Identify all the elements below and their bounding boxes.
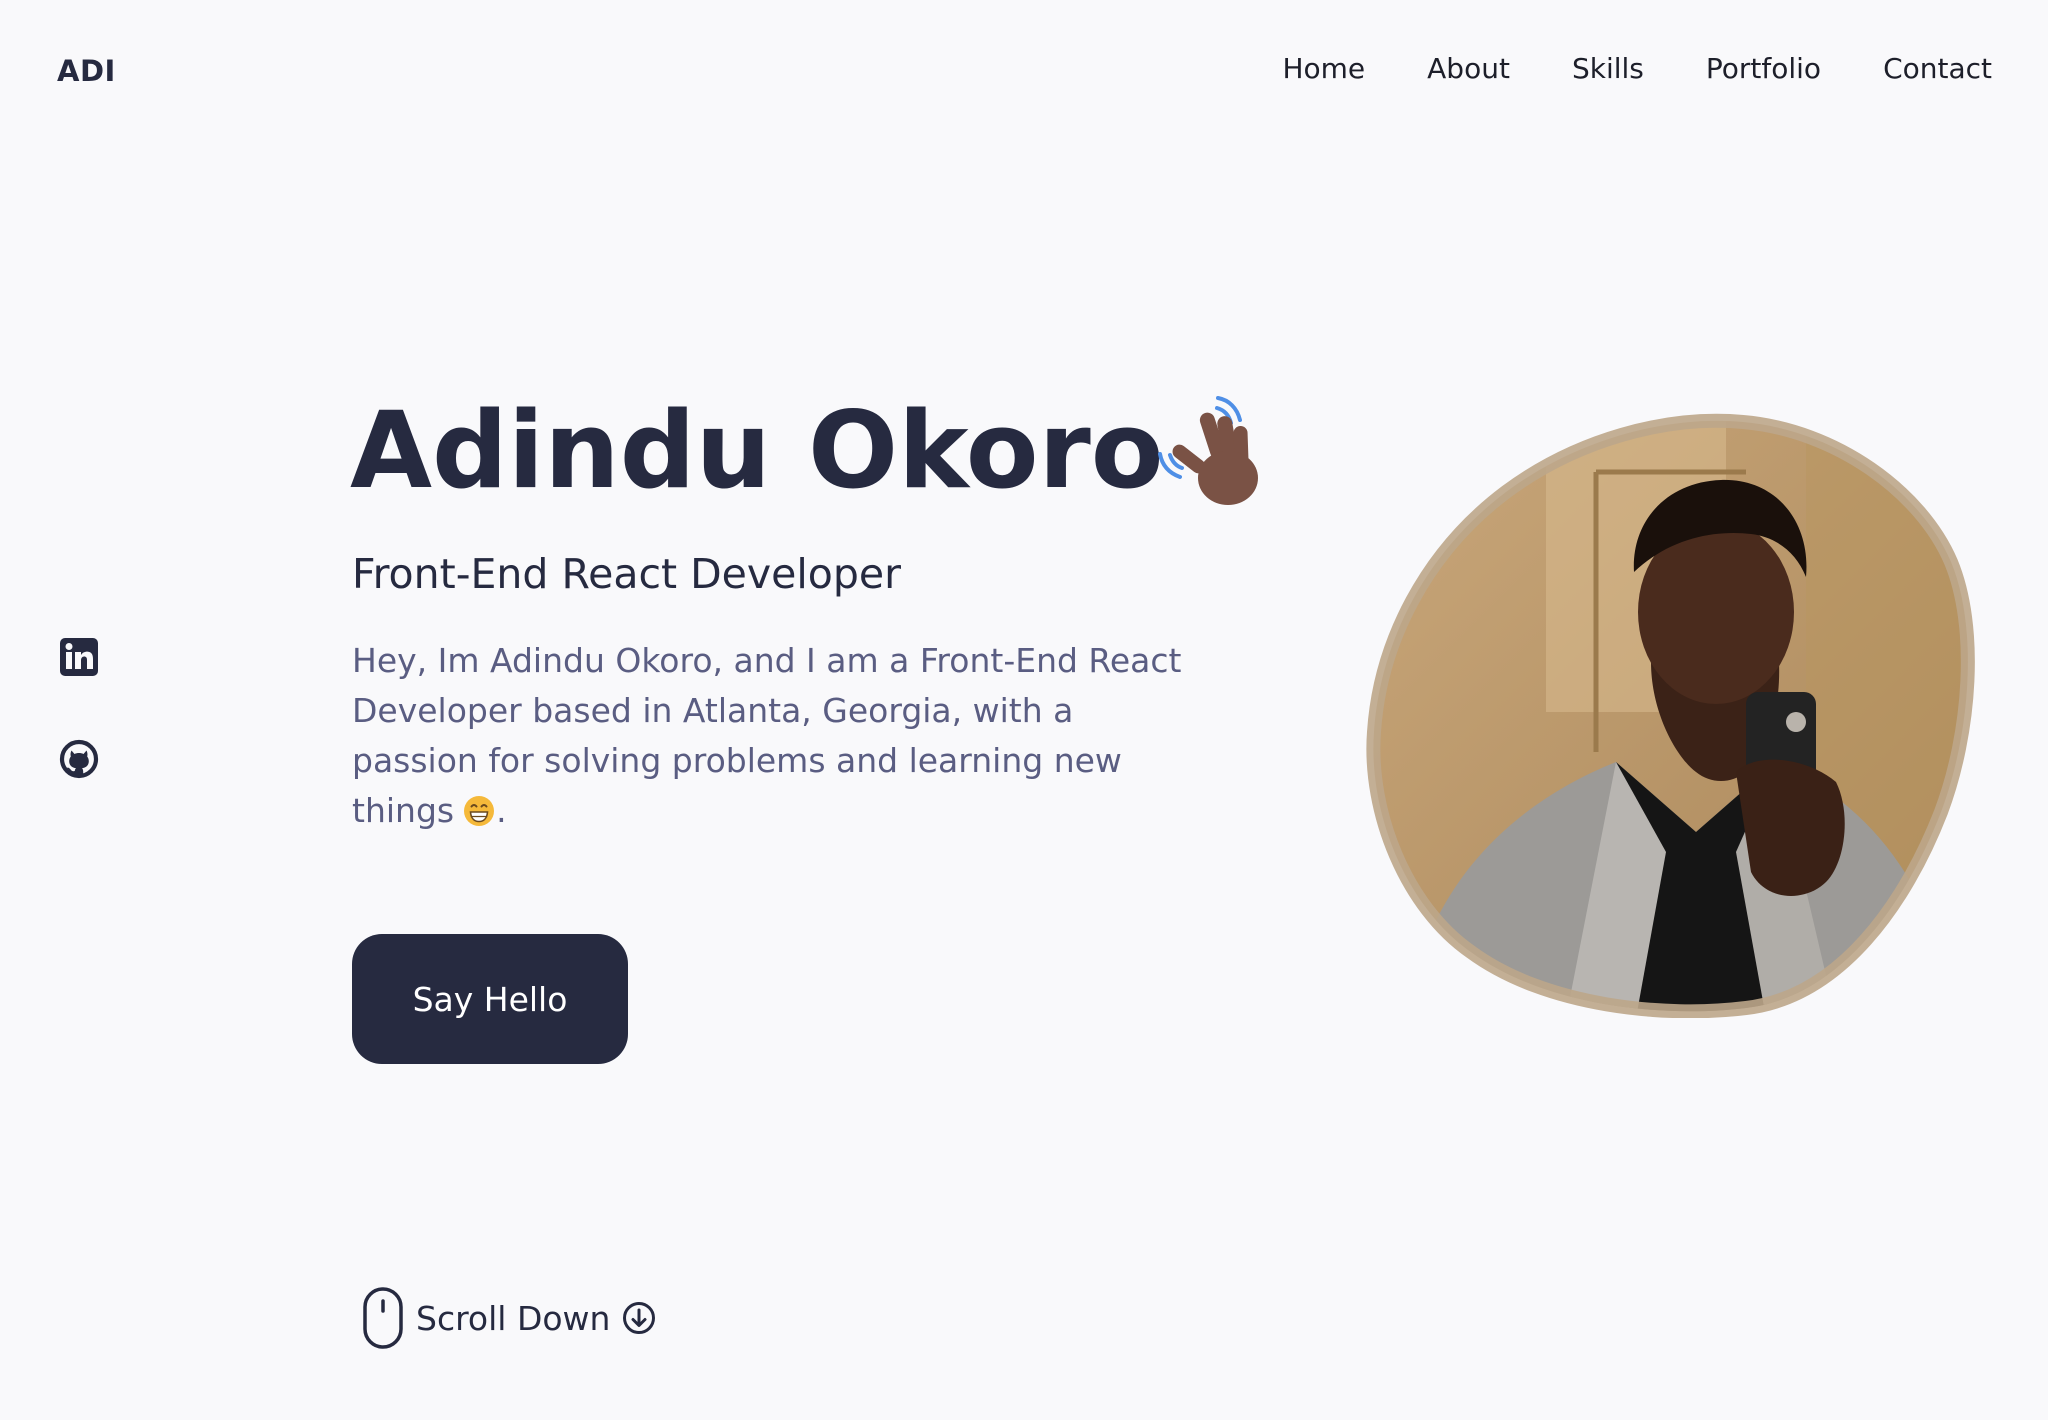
nav-portfolio[interactable]: Portfolio — [1706, 52, 1821, 85]
waving-hand-icon — [1158, 396, 1258, 505]
say-hello-button[interactable]: Say Hello — [352, 934, 628, 1064]
site-logo[interactable]: ADI — [57, 54, 116, 88]
main-nav: Home About Skills Portfolio Contact — [1282, 52, 1992, 85]
profile-photo — [1366, 413, 1975, 1018]
github-link[interactable] — [59, 739, 99, 779]
github-icon — [59, 739, 99, 779]
nav-contact[interactable]: Contact — [1883, 52, 1992, 85]
hero-name: Adindu Okoro — [350, 389, 1164, 512]
scroll-down-label: Scroll Down — [416, 1298, 611, 1338]
scroll-down-link[interactable]: Scroll Down — [362, 1286, 656, 1350]
arrow-down-circle-icon — [623, 1302, 656, 1334]
linkedin-link[interactable] — [59, 637, 99, 677]
grinning-face-icon — [464, 796, 495, 826]
hero-description: Hey, Im Adindu Okoro, and I am a Front-E… — [352, 636, 1182, 836]
nav-about[interactable]: About — [1427, 52, 1510, 85]
mouse-icon — [363, 1287, 403, 1349]
nav-skills[interactable]: Skills — [1572, 52, 1644, 85]
hero-subtitle: Front-End React Developer — [352, 550, 901, 598]
nav-home[interactable]: Home — [1282, 52, 1365, 85]
linkedin-icon — [60, 638, 98, 676]
description-end: . — [496, 791, 507, 830]
